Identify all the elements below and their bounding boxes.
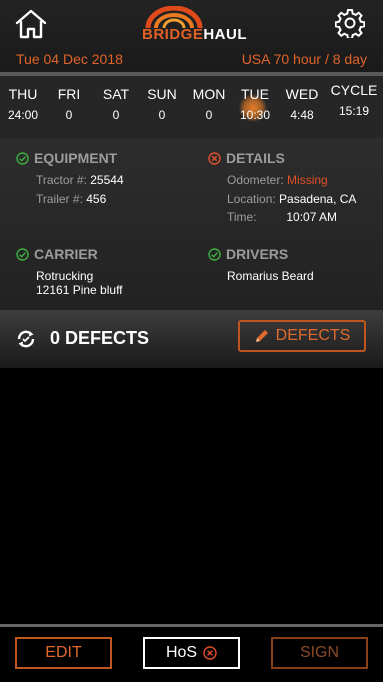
location-value: Pasadena, CA [279,192,357,206]
cycle-total: CYCLE 15:19 [327,82,381,118]
day-hours: 4:48 [290,108,314,122]
app-logo: BRIDGEHAUL [142,6,247,43]
day-name: FRI [57,86,81,102]
cycle-hours: 15:19 [338,104,370,118]
home-icon[interactable] [14,8,48,40]
equipment-header[interactable]: EQUIPMENT [16,150,117,166]
day-hours: 0 [158,108,166,122]
logo-word-haul: HAUL [203,26,248,43]
cycle-rule: USA 70 hour / 8 day [241,51,367,67]
day-sun[interactable]: SUN 0 [139,86,185,122]
day-name: SUN [147,86,177,102]
details-header[interactable]: DETAILS [208,150,285,166]
refresh-check-icon [17,330,35,348]
trailer-row: Trailer #: 456 [36,192,106,206]
driver-name: Romarius Beard [227,269,314,283]
day-name: MON [192,86,226,102]
defects-button-label: DEFECTS [275,327,351,344]
tractor-label: Tractor #: [36,173,87,187]
day-wed[interactable]: WED 4:48 [279,86,325,122]
check-circle-icon [16,247,29,261]
odometer-label: Odometer: [227,173,284,187]
carrier-header[interactable]: CARRIER [16,246,98,262]
gear-icon[interactable] [334,8,366,40]
drivers-header[interactable]: DRIVERS [208,246,288,262]
sign-button[interactable]: SIGN [271,637,368,669]
time-row: Time: 10:07 AM [227,210,337,224]
day-name: WED [285,86,319,102]
defects-bar: 0 DEFECTS DEFECTS [0,310,383,368]
day-name: THU [8,86,38,102]
day-hours: 0 [205,108,213,122]
carrier-title: CARRIER [34,246,98,262]
logo-word-bridge: BRIDGE [142,26,204,43]
day-hours: 10:30 [239,108,271,122]
location-label: Location: [227,192,276,206]
pencil-icon [255,330,268,342]
hos-button-label: HoS [165,644,198,661]
time-value: 10:07 AM [286,210,338,224]
day-hours: 0 [112,108,120,122]
trailer-value: 456 [86,192,107,206]
error-circle-icon [208,151,221,165]
drivers-title: DRIVERS [226,246,289,262]
edit-button-label: EDIT [45,644,82,661]
location-row: Location: Pasadena, CA [227,192,356,206]
equipment-title: EQUIPMENT [34,150,118,166]
details-title: DETAILS [226,150,285,166]
defects-count: 0 DEFECTS [50,328,150,348]
check-circle-icon [16,151,29,165]
hours-strip: THU 24:00 FRI 0 SAT 0 SUN 0 MON 0 TUE 10… [0,72,383,138]
day-name: SAT [102,86,130,102]
day-sat[interactable]: SAT 0 [93,86,139,122]
check-circle-icon [208,247,221,261]
tractor-value: 25544 [90,173,124,187]
day-tue[interactable]: TUE 10:30 [232,86,278,122]
defects-button[interactable]: DEFECTS [238,320,366,352]
odometer-row: Odometer: Missing [227,173,328,187]
log-details-panel: EQUIPMENT Tractor #: 25544 Trailer #: 45… [0,138,383,310]
hos-button[interactable]: HoS [143,637,240,669]
day-mon[interactable]: MON 0 [186,86,232,122]
day-hours: 24:00 [7,108,39,122]
footer-bar: EDIT HoS SIGN [0,627,383,682]
log-date: Tue 04 Dec 2018 [16,51,123,67]
odometer-value: Missing [287,173,328,187]
day-name: TUE [241,86,269,102]
day-hours: 0 [65,108,73,122]
day-thu[interactable]: THU 24:00 [0,86,46,122]
trailer-label: Trailer #: [36,192,83,206]
error-circle-icon [203,646,217,660]
carrier-name: Rotrucking [36,269,94,283]
day-fri[interactable]: FRI 0 [46,86,92,122]
tractor-row: Tractor #: 25544 [36,173,124,187]
sign-button-label: SIGN [299,644,340,661]
time-label: Time: [227,210,257,224]
top-bar: BRIDGEHAUL Tue 04 Dec 2018 USA 70 hour /… [0,0,383,72]
carrier-address: 12161 Pine bluff [36,283,123,297]
cycle-label: CYCLE [330,82,378,98]
edit-button[interactable]: EDIT [15,637,112,669]
